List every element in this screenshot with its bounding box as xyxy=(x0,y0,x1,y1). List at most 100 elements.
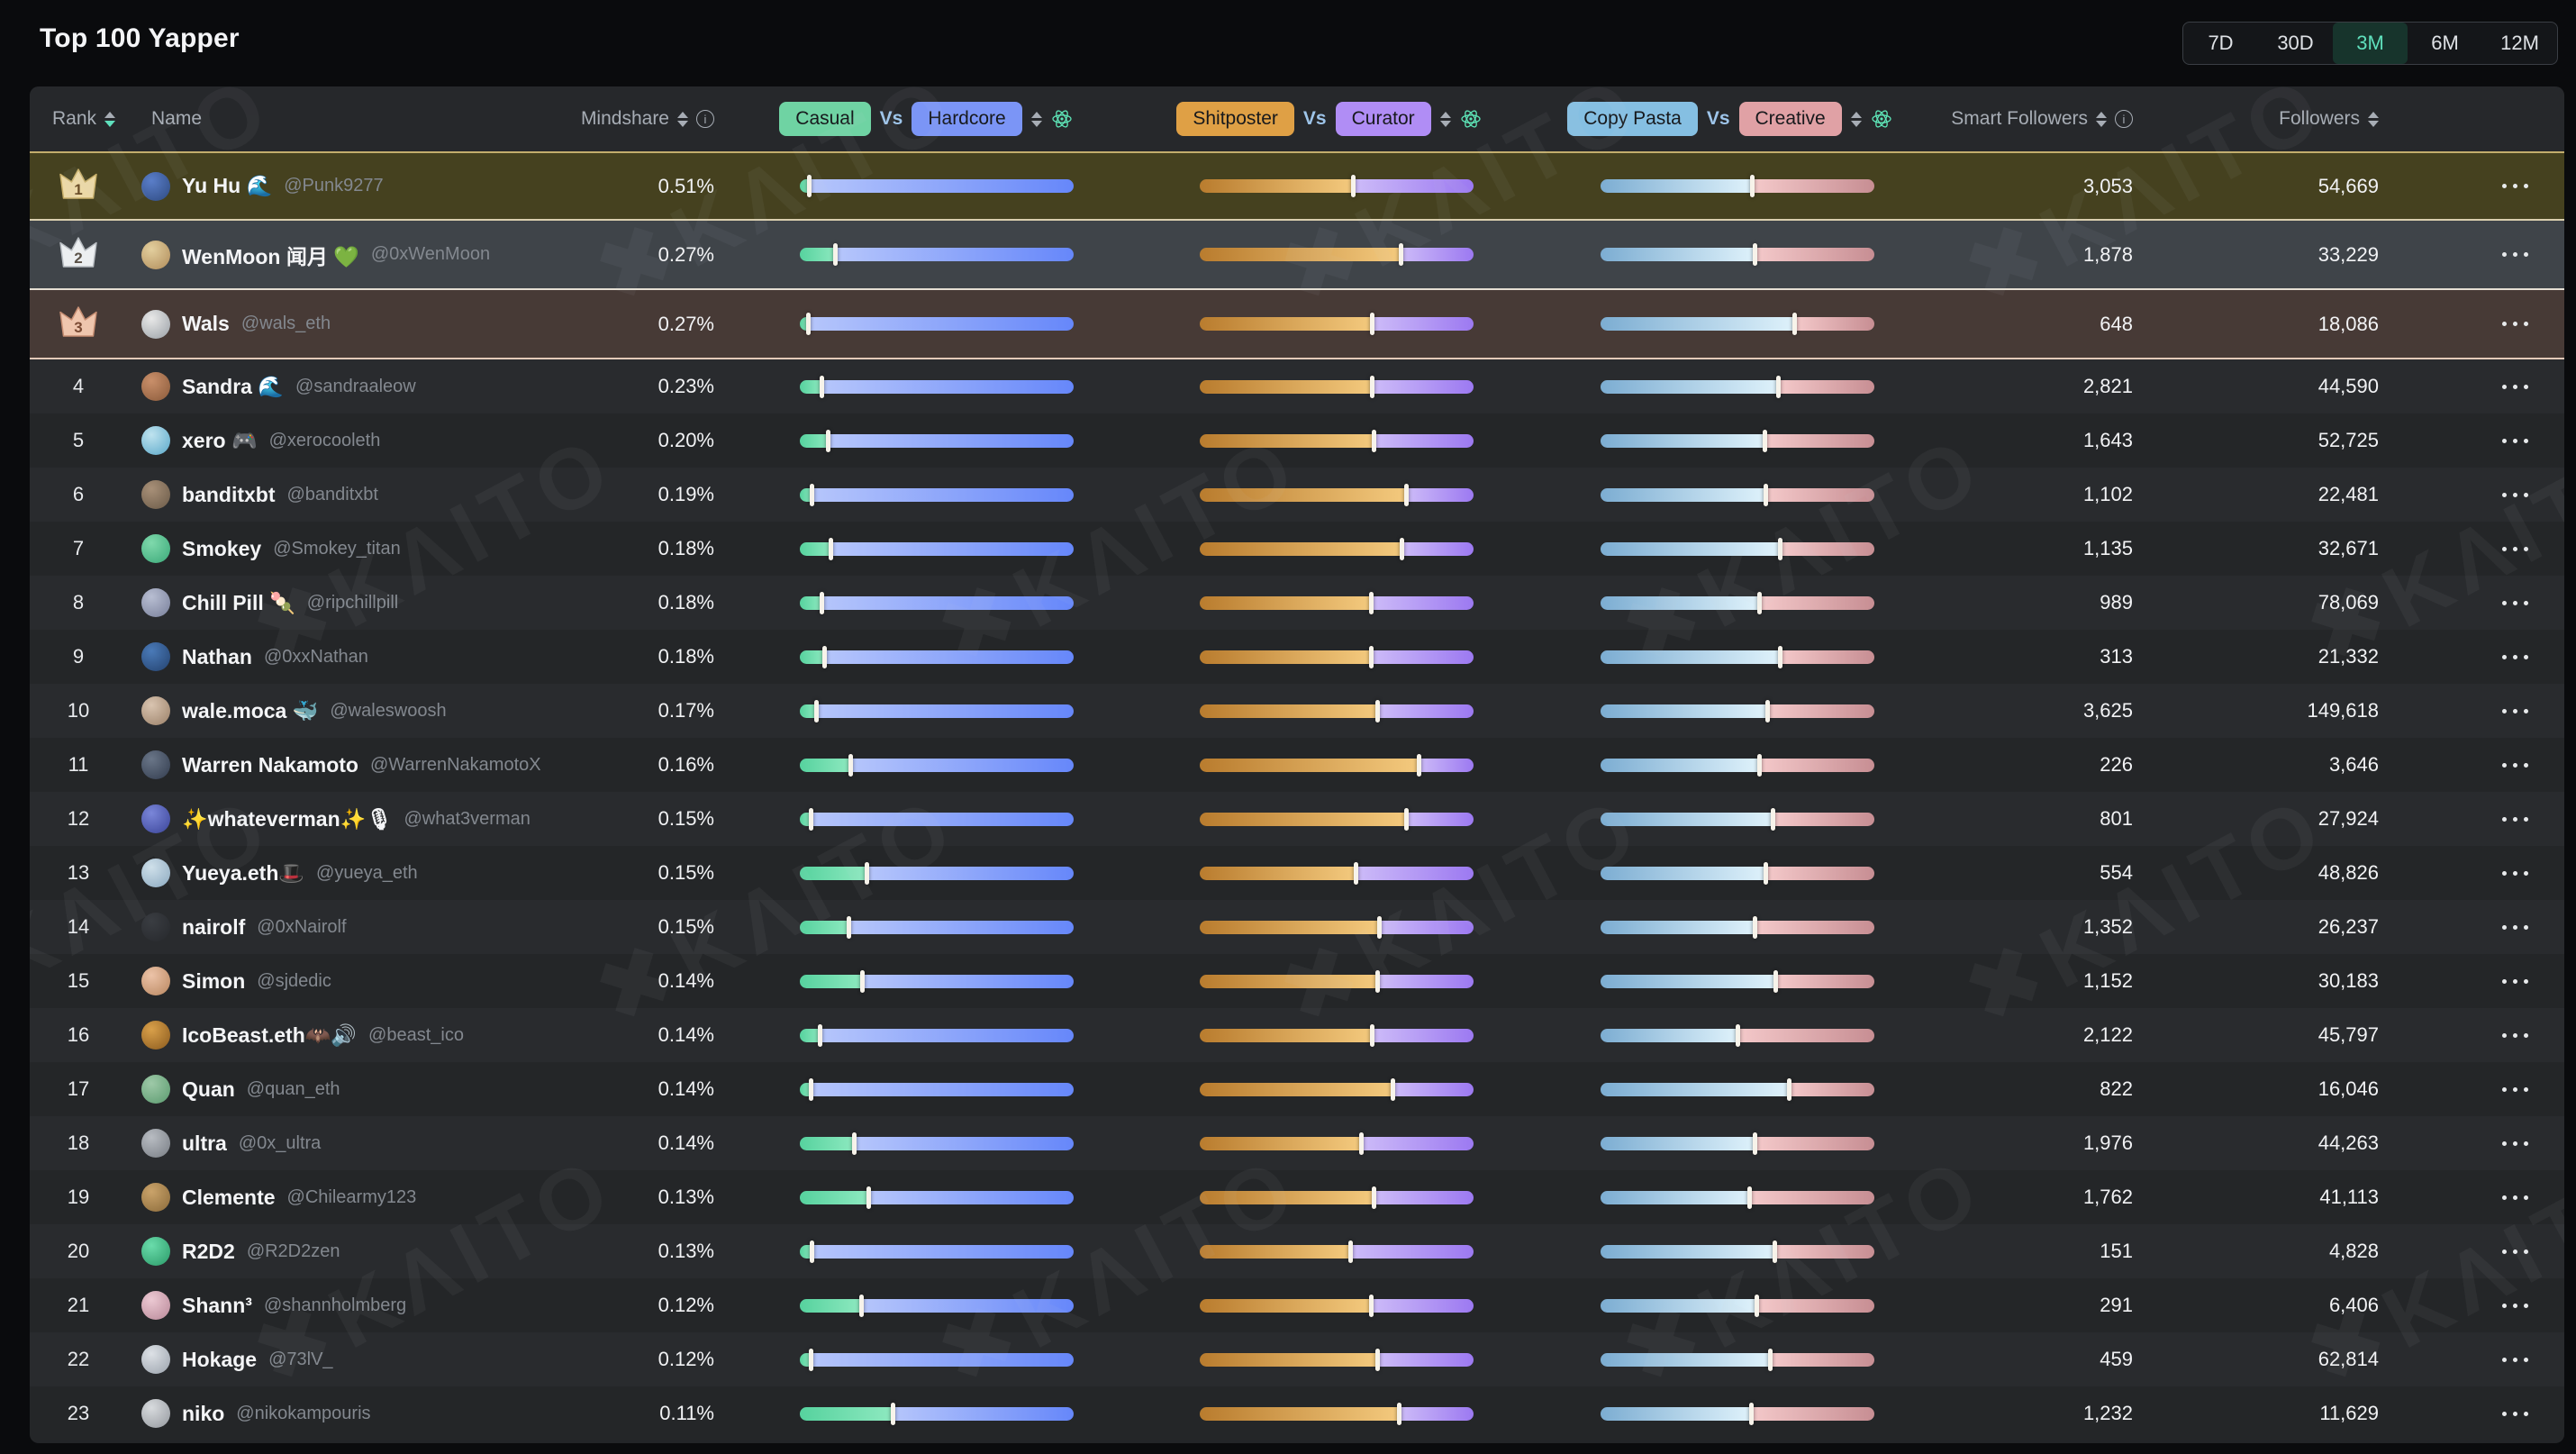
table-row-rank-2[interactable]: 2WenMoon 闻月 💚@0xWenMoon0.27%1,87833,229 xyxy=(30,221,2564,290)
table-row-rank-5[interactable]: 5xero 🎮@xerocooleth0.20%1,64352,725 xyxy=(30,413,2564,468)
table-row-rank-23[interactable]: 23niko@nikokampouris0.11%1,23211,629 xyxy=(30,1386,2564,1440)
atom-icon[interactable] xyxy=(1051,108,1073,130)
atom-icon[interactable] xyxy=(1871,108,1892,130)
duel-right-pill[interactable]: Hardcore xyxy=(912,102,1021,136)
user-cell[interactable]: ultra@0x_ultra xyxy=(127,1116,577,1170)
table-row-rank-14[interactable]: 14nairolf@0xNairolf0.15%1,35226,237 xyxy=(30,900,2564,954)
table-row-rank-3[interactable]: 3Wals@wals_eth0.27%64818,086 xyxy=(30,290,2564,359)
atom-icon[interactable] xyxy=(1460,108,1482,130)
user-cell[interactable]: banditxbt@banditxbt xyxy=(127,468,577,522)
table-row-rank-15[interactable]: 15Simon@sjdedic0.14%1,15230,183 xyxy=(30,954,2564,1008)
table-row-rank-1[interactable]: 1Yu Hu 🌊@Punk92770.51%3,05354,669 xyxy=(30,151,2564,221)
table-row-rank-4[interactable]: 4Sandra 🌊@sandraaleow0.23%2,82144,590 xyxy=(30,359,2564,413)
table-row-rank-17[interactable]: 17Quan@quan_eth0.14%82216,046 xyxy=(30,1062,2564,1116)
table-row-rank-12[interactable]: 12✨whateverman✨🎙@what3verman0.15%80127,9… xyxy=(30,792,2564,846)
table-row-rank-10[interactable]: 10wale.moca 🐳@waleswoosh0.17%3,625149,61… xyxy=(30,684,2564,738)
table-row-rank-7[interactable]: 7Smokey@Smokey_titan0.18%1,13532,671 xyxy=(30,522,2564,576)
row-menu-button[interactable] xyxy=(2499,430,2532,452)
info-icon[interactable] xyxy=(2115,110,2133,128)
time-filter-7d[interactable]: 7D xyxy=(2183,23,2258,64)
table-row-rank-9[interactable]: 9Nathan@0xxNathan0.18%31321,332 xyxy=(30,630,2564,684)
row-menu-button[interactable] xyxy=(2499,970,2532,993)
table-row-rank-8[interactable]: 8Chill Pill 🍡@ripchillpill0.18%98978,069 xyxy=(30,576,2564,630)
user-cell[interactable]: nairolf@0xNairolf xyxy=(127,900,577,954)
row-menu-button[interactable] xyxy=(2499,1132,2532,1155)
sort-icon[interactable] xyxy=(1031,112,1042,127)
column-header-rank[interactable]: Rank xyxy=(30,108,127,130)
user-cell[interactable]: Yueya.eth🎩@yueya_eth xyxy=(127,846,577,900)
user-cell[interactable]: ✨whateverman✨🎙@what3verman xyxy=(127,792,577,846)
table-row-rank-16[interactable]: 16IcoBeast.eth🦇🔊@beast_ico0.14%2,12245,7… xyxy=(30,1008,2564,1062)
table-row-rank-21[interactable]: 21Shann³@shannholmberg0.12%2916,406 xyxy=(30,1278,2564,1332)
duel-right-pill[interactable]: Creative xyxy=(1739,102,1842,136)
sort-icon[interactable] xyxy=(2096,112,2107,127)
table-row-rank-18[interactable]: 18ultra@0x_ultra0.14%1,97644,263 xyxy=(30,1116,2564,1170)
table-row-rank-20[interactable]: 20R2D2@R2D2zen0.13%1514,828 xyxy=(30,1224,2564,1278)
table-row-rank-13[interactable]: 13Yueya.eth🎩@yueya_eth0.15%55448,826 xyxy=(30,846,2564,900)
user-cell[interactable]: wale.moca 🐳@waleswoosh xyxy=(127,684,577,738)
row-menu-button[interactable] xyxy=(2499,1024,2532,1047)
duel-left-pill[interactable]: Casual xyxy=(779,102,870,136)
sort-icon[interactable] xyxy=(104,112,115,127)
user-cell[interactable]: xero 🎮@xerocooleth xyxy=(127,413,577,468)
row-menu-button[interactable] xyxy=(2499,646,2532,668)
duel-left-pill[interactable]: Copy Pasta xyxy=(1567,102,1698,136)
user-cell[interactable]: Shann³@shannholmberg xyxy=(127,1278,577,1332)
row-menu-button[interactable] xyxy=(2499,1078,2532,1101)
user-cell[interactable]: Yu Hu 🌊@Punk9277 xyxy=(127,153,577,219)
user-cell[interactable]: IcoBeast.eth🦇🔊@beast_ico xyxy=(127,1008,577,1062)
user-cell[interactable]: Clemente@Chilearmy123 xyxy=(127,1170,577,1224)
row-menu-button[interactable] xyxy=(2499,862,2532,885)
table-row-rank-6[interactable]: 6banditxbt@banditxbt0.19%1,10222,481 xyxy=(30,468,2564,522)
duel-bar xyxy=(1601,1245,1874,1259)
duel-bar-marker xyxy=(1375,700,1380,722)
user-cell[interactable]: WenMoon 闻月 💚@0xWenMoon xyxy=(127,221,577,288)
row-menu-button[interactable] xyxy=(2499,1186,2532,1209)
user-handle: @Punk9277 xyxy=(284,176,383,196)
user-cell[interactable]: Chill Pill 🍡@ripchillpill xyxy=(127,576,577,630)
row-menu-button[interactable] xyxy=(2499,538,2532,560)
sort-icon[interactable] xyxy=(677,112,688,127)
sort-icon[interactable] xyxy=(2368,112,2379,127)
row-menu-button[interactable] xyxy=(2499,243,2532,266)
row-menu-button[interactable] xyxy=(2499,754,2532,777)
column-header-followers[interactable]: Followers xyxy=(2137,108,2385,130)
duel-right-pill[interactable]: Curator xyxy=(1336,102,1431,136)
user-cell[interactable]: Smokey@Smokey_titan xyxy=(127,522,577,576)
info-icon[interactable] xyxy=(696,110,714,128)
smart-followers-value: 1,352 xyxy=(1921,900,2137,954)
row-menu-button[interactable] xyxy=(2499,1349,2532,1371)
row-menu-button[interactable] xyxy=(2499,484,2532,506)
table-row-rank-22[interactable]: 22Hokage@73lV_0.12%45962,814 xyxy=(30,1332,2564,1386)
row-menu-button[interactable] xyxy=(2499,700,2532,722)
user-cell[interactable]: niko@nikokampouris xyxy=(127,1386,577,1440)
user-cell[interactable]: Warren Nakamoto@WarrenNakamotoX xyxy=(127,738,577,792)
row-menu-button[interactable] xyxy=(2499,1295,2532,1317)
time-filter-30d[interactable]: 30D xyxy=(2258,23,2333,64)
table-row-rank-19[interactable]: 19Clemente@Chilearmy1230.13%1,76241,113 xyxy=(30,1170,2564,1224)
user-cell[interactable]: Quan@quan_eth xyxy=(127,1062,577,1116)
row-menu-button[interactable] xyxy=(2499,313,2532,335)
time-filter-3m[interactable]: 3M xyxy=(2333,23,2408,64)
user-cell[interactable]: Simon@sjdedic xyxy=(127,954,577,1008)
row-menu-button[interactable] xyxy=(2499,916,2532,939)
sort-icon[interactable] xyxy=(1851,112,1862,127)
row-menu-button[interactable] xyxy=(2499,592,2532,614)
user-cell[interactable]: Wals@wals_eth xyxy=(127,290,577,358)
user-cell[interactable]: Nathan@0xxNathan xyxy=(127,630,577,684)
row-menu-button[interactable] xyxy=(2499,1403,2532,1425)
user-cell[interactable]: R2D2@R2D2zen xyxy=(127,1224,577,1278)
row-menu-button[interactable] xyxy=(2499,808,2532,831)
time-filter-12m[interactable]: 12M xyxy=(2482,23,2557,64)
row-menu-button[interactable] xyxy=(2499,175,2532,197)
time-filter-6m[interactable]: 6M xyxy=(2408,23,2482,64)
user-cell[interactable]: Hokage@73lV_ xyxy=(127,1332,577,1386)
sort-icon[interactable] xyxy=(1440,112,1451,127)
user-cell[interactable]: Sandra 🌊@sandraaleow xyxy=(127,359,577,413)
duel-left-pill[interactable]: Shitposter xyxy=(1176,102,1294,136)
column-header-mindshare[interactable]: Mindshare xyxy=(577,108,714,130)
row-menu-button[interactable] xyxy=(2499,376,2532,398)
table-row-rank-11[interactable]: 11Warren Nakamoto@WarrenNakamotoX0.16%22… xyxy=(30,738,2564,792)
column-header-smart-followers[interactable]: Smart Followers xyxy=(1921,108,2137,130)
row-menu-button[interactable] xyxy=(2499,1240,2532,1263)
